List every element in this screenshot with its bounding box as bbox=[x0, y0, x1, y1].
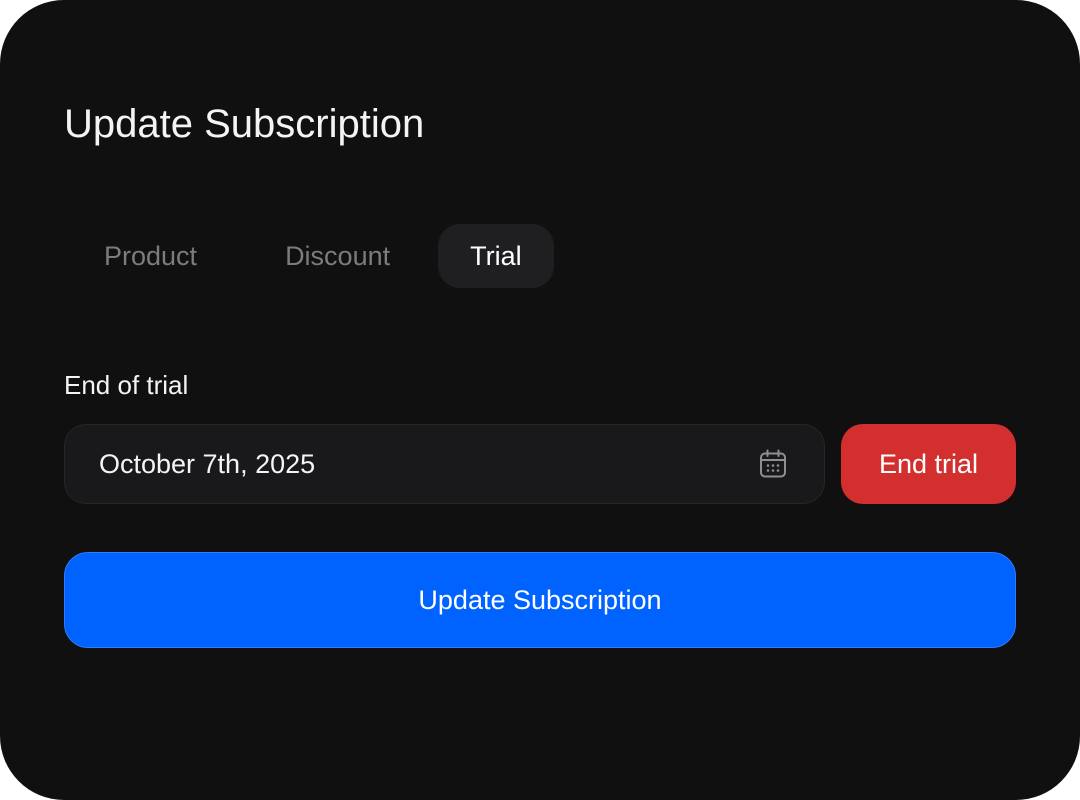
update-subscription-button[interactable]: Update Subscription bbox=[64, 552, 1016, 648]
tab-product[interactable]: Product bbox=[64, 224, 237, 288]
end-of-trial-date-picker[interactable]: October 7th, 2025 bbox=[64, 424, 825, 504]
end-trial-button[interactable]: End trial bbox=[841, 424, 1016, 504]
tab-discount[interactable]: Discount bbox=[245, 224, 430, 288]
update-subscription-dialog: Update Subscription Product Discount Tri… bbox=[0, 0, 1080, 800]
tab-trial[interactable]: Trial bbox=[438, 224, 554, 288]
dialog-title: Update Subscription bbox=[64, 102, 425, 146]
tab-bar: Product Discount Trial bbox=[64, 224, 554, 288]
calendar-icon[interactable] bbox=[758, 449, 788, 479]
end-of-trial-label: End of trial bbox=[64, 370, 189, 400]
date-value: October 7th, 2025 bbox=[99, 448, 316, 479]
